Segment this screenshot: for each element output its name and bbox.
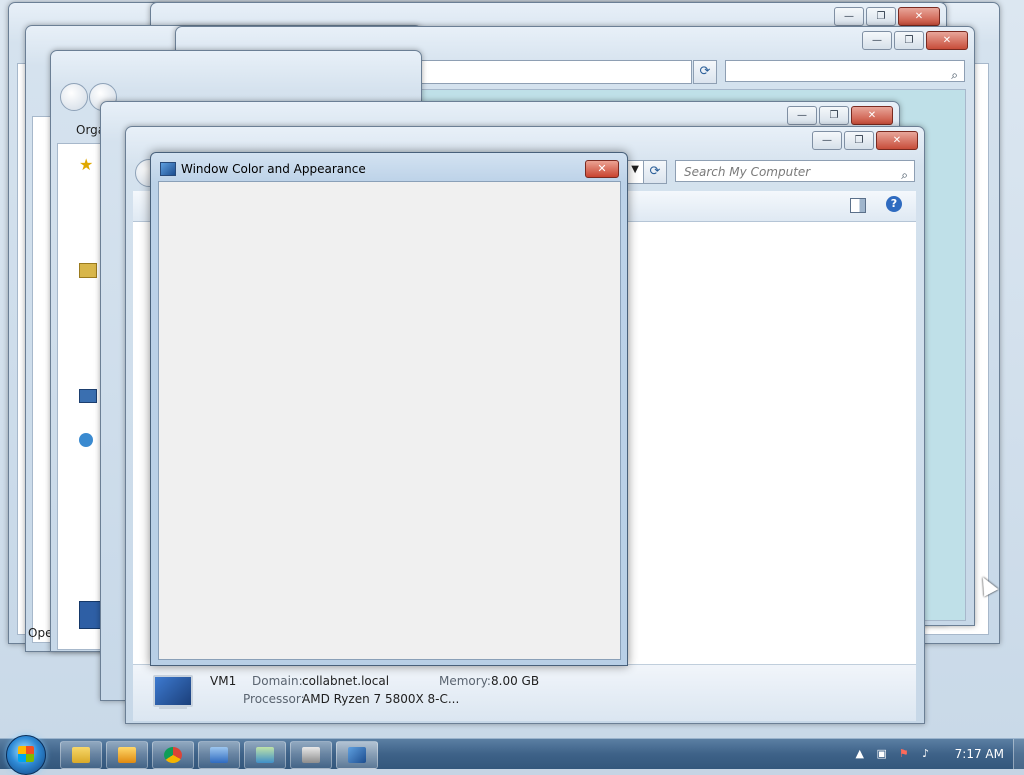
dialog-body bbox=[158, 181, 621, 660]
search-input[interactable]: Search My Computer ⌕ bbox=[675, 160, 915, 182]
taskbar-item-explorer[interactable] bbox=[60, 741, 102, 769]
minimize-button[interactable]: — bbox=[834, 7, 864, 26]
background-window-2-caption-buttons: — ❐ ✕ bbox=[834, 7, 940, 26]
refresh-icon[interactable]: ⟳ bbox=[643, 160, 667, 184]
background-window-4-caption-buttons: — ❐ ✕ bbox=[862, 31, 968, 50]
chrome-icon bbox=[164, 747, 182, 763]
folder-icon bbox=[72, 747, 90, 763]
back-button[interactable] bbox=[60, 83, 88, 111]
close-button[interactable]: ✕ bbox=[926, 31, 968, 50]
network-icon bbox=[79, 433, 93, 447]
preview-pane-icon[interactable] bbox=[850, 198, 866, 213]
taskbar-item-control-panel[interactable] bbox=[244, 741, 286, 769]
taskbar-item-explorer-windows[interactable] bbox=[198, 741, 240, 769]
domain-value: collabnet.local bbox=[302, 674, 390, 688]
maximize-button[interactable]: ❐ bbox=[819, 106, 849, 125]
clock[interactable]: 7:17 AM bbox=[955, 747, 1004, 761]
control-panel-icon bbox=[256, 747, 274, 763]
maximize-button[interactable]: ❐ bbox=[844, 131, 874, 150]
window-caption-buttons: — ❐ ✕ bbox=[812, 131, 918, 150]
favorites-star-icon: ★ bbox=[79, 155, 94, 174]
open-label-fragment: Ope bbox=[28, 626, 53, 640]
minimize-button[interactable]: — bbox=[787, 106, 817, 125]
search-icon: ⌕ bbox=[901, 168, 908, 182]
taskbar-item-display-settings[interactable] bbox=[336, 741, 378, 769]
search-input[interactable]: ⌕ bbox=[725, 60, 965, 82]
minimize-button[interactable]: — bbox=[862, 31, 892, 50]
explorer-windows-icon bbox=[210, 747, 228, 763]
volume-icon[interactable]: ♪ bbox=[919, 747, 933, 761]
taskbar-item-chrome[interactable] bbox=[152, 741, 194, 769]
close-button[interactable]: ✕ bbox=[898, 7, 940, 26]
maximize-button[interactable]: ❐ bbox=[866, 7, 896, 26]
window-color-appearance-dialog[interactable]: Window Color and Appearance ✕ bbox=[150, 152, 628, 666]
close-button[interactable]: ✕ bbox=[876, 131, 918, 150]
windows-logo-icon bbox=[18, 746, 34, 762]
refresh-icon[interactable]: ⟳ bbox=[693, 60, 717, 84]
network-icon[interactable]: ▣ bbox=[875, 747, 889, 761]
taskbar-item-server-manager[interactable] bbox=[290, 741, 332, 769]
server-manager-icon bbox=[302, 747, 320, 763]
background-window-6-caption-buttons: — ❐ ✕ bbox=[787, 106, 893, 125]
close-button[interactable]: ✕ bbox=[851, 106, 893, 125]
desktop: — ❐ ✕ Ope — ❐ ✕ ⟳ ⌕ Orga ★ — ❐ ✕ — ❐ ✕ ▼… bbox=[0, 0, 1024, 738]
help-icon[interactable]: ? bbox=[886, 196, 902, 212]
processor-value: AMD Ryzen 7 5800X 8-C... bbox=[302, 692, 460, 706]
search-icon: ⌕ bbox=[951, 68, 958, 82]
action-center-flag-icon[interactable]: ⚑ bbox=[897, 747, 911, 761]
display-settings-icon bbox=[348, 747, 366, 763]
memory-label: Memory: bbox=[439, 674, 491, 688]
computer-large-icon bbox=[153, 675, 193, 707]
close-button[interactable]: ✕ bbox=[585, 160, 619, 178]
libraries-icon bbox=[79, 263, 97, 278]
maximize-button[interactable]: ❐ bbox=[894, 31, 924, 50]
computer-icon bbox=[79, 389, 97, 403]
memory-value: 8.00 GB bbox=[491, 674, 540, 688]
dialog-title: Window Color and Appearance bbox=[181, 162, 366, 176]
notification-area: ▲ ▣ ⚑ ♪ 7:17 AM bbox=[853, 739, 1014, 769]
computer-base bbox=[159, 705, 187, 709]
minimize-button[interactable]: — bbox=[812, 131, 842, 150]
taskbar: ▲ ▣ ⚑ ♪ 7:17 AM bbox=[0, 735, 1024, 775]
search-placeholder: Search My Computer bbox=[684, 165, 811, 179]
media-player-icon bbox=[118, 747, 136, 763]
show-desktop-button[interactable] bbox=[1013, 739, 1024, 769]
chevron-down-icon[interactable]: ▼ bbox=[631, 164, 639, 175]
processor-label: Processor: bbox=[243, 692, 305, 706]
taskbar-item-media-player[interactable] bbox=[106, 741, 148, 769]
start-button[interactable] bbox=[6, 735, 46, 775]
show-hidden-icons-icon[interactable]: ▲ bbox=[853, 747, 867, 761]
domain-label: Domain: bbox=[252, 674, 303, 688]
computer-name: VM1 bbox=[210, 674, 237, 688]
details-pane: VM1 Domain: collabnet.local Memory: 8.00… bbox=[133, 664, 916, 721]
display-settings-icon bbox=[160, 162, 176, 176]
